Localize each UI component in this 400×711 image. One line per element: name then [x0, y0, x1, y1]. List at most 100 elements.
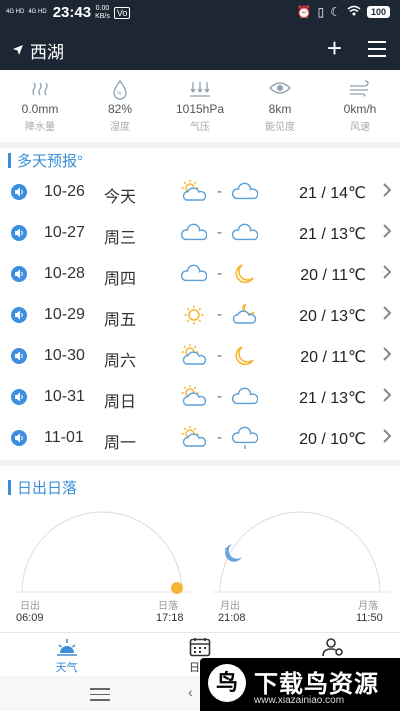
forecast-date: 10-26 [44, 183, 85, 200]
forecast-row[interactable]: 10-28 周四 - 20 / 11℃ [0, 254, 400, 295]
forecast-date: 10-29 [44, 306, 85, 323]
sunset-label: 日落 [158, 601, 178, 612]
speaker-icon[interactable] [11, 225, 27, 241]
net-speed: 0.00 KB/s [95, 5, 110, 21]
metric-value: 82% [107, 102, 133, 116]
forecast-title-text: 多天预报° [17, 153, 83, 170]
title-accent-bar [8, 480, 11, 495]
menu-button[interactable] [368, 41, 386, 62]
pressure-icon [160, 80, 240, 100]
forecast-section-title: 多天预报° [8, 150, 83, 171]
forecast-row[interactable]: 11-01 周一 - 20 / 10℃ [0, 418, 400, 459]
chevron-right-icon [382, 223, 392, 244]
metric-value: 1015hPa [175, 102, 225, 116]
watermark: 鸟 下载鸟资源 www.xiazainiao.com [200, 658, 400, 711]
sun-moon-arcs [14, 511, 390, 594]
partly-sunny-icon [181, 343, 207, 368]
eye-icon [240, 80, 320, 100]
weather-icon [0, 637, 133, 659]
location-name: 西湖 [30, 43, 64, 62]
separator-dash: - [217, 388, 222, 405]
back-button[interactable]: ‹ [188, 684, 193, 700]
metric-wind: 0km/h 风速 [320, 72, 400, 142]
forecast-date: 10-30 [44, 347, 85, 364]
cloud-drizzle-icon [231, 426, 259, 450]
sunny-icon [181, 303, 207, 327]
partly-sunny-icon [181, 179, 207, 204]
forecast-row[interactable]: 10-31 周日 - 21 / 13℃ [0, 377, 400, 418]
separator-dash: - [217, 183, 222, 200]
moon-mode-icon: ☾ [330, 5, 341, 19]
separator-dash: - [217, 429, 222, 446]
net-speed-value: 0.00 [95, 4, 110, 12]
metric-label: 气压 [190, 122, 210, 133]
metric-label: 风速 [350, 122, 370, 133]
forecast-weekday: 周五 [104, 312, 137, 329]
alarm-icon: ⏰ [296, 5, 312, 19]
humidity-drop-icon: % [80, 79, 160, 100]
chevron-right-icon [382, 305, 392, 326]
metric-value: 0km/h [343, 102, 377, 116]
location-selector[interactable]: 西湖 [12, 38, 64, 63]
moonrise-time: 21:08 [218, 612, 246, 624]
watermark-title: 下载鸟资源 [254, 671, 379, 698]
separator-dash: - [217, 224, 222, 241]
status-time: 23:43 [52, 4, 92, 21]
status-bar: 4G HD 4G HD 23:43 0.00 KB/s Vo ⏰ ▯ ☾ 100 [0, 0, 400, 26]
app-header: 西湖 + [0, 30, 400, 68]
forecast-temp: 20 / 13℃ [299, 308, 366, 325]
speaker-icon[interactable] [11, 266, 27, 282]
forecast-temp: 21 / 14℃ [299, 185, 366, 202]
moon-arc [219, 511, 381, 593]
cloudy-icon [231, 385, 259, 409]
speaker-icon[interactable] [11, 389, 27, 405]
moonset-label: 月落 [358, 601, 378, 612]
divider [0, 460, 400, 466]
top-bar: 4G HD 4G HD 23:43 0.00 KB/s Vo ⏰ ▯ ☾ 100… [0, 0, 400, 70]
cloudy-icon [231, 180, 259, 204]
forecast-date: 10-27 [44, 224, 85, 241]
forecast-row[interactable]: 10-30 周六 - 20 / 11℃ [0, 336, 400, 377]
speaker-icon[interactable] [11, 430, 27, 446]
forecast-list: 10-26 今天 - 21 / 14℃ 10-27 周三 - 21 / 13℃ … [0, 172, 400, 459]
cloudy-icon [180, 262, 208, 286]
chevron-right-icon [382, 428, 392, 449]
forecast-weekday: 周三 [104, 230, 137, 247]
separator-dash: - [217, 306, 222, 323]
moon-cloud-icon [232, 303, 258, 327]
divider [0, 142, 400, 148]
forecast-weekday: 今天 [104, 189, 137, 206]
chevron-right-icon [382, 182, 392, 203]
signal-2: 4G HD [28, 9, 47, 15]
chevron-right-icon [382, 346, 392, 367]
speaker-icon[interactable] [11, 184, 27, 200]
forecast-row[interactable]: 10-26 今天 - 21 / 14℃ [0, 172, 400, 213]
forecast-row[interactable]: 10-27 周三 - 21 / 13℃ [0, 213, 400, 254]
metric-label: 能见度 [265, 122, 295, 133]
net-speed-unit: KB/s [95, 12, 110, 20]
sun-arc [21, 511, 183, 593]
recents-button[interactable] [90, 688, 110, 705]
volte-badge: Vo [113, 6, 131, 19]
partly-sunny-icon [181, 425, 207, 450]
metric-value: 0.0mm [21, 102, 59, 116]
speaker-icon[interactable] [11, 307, 27, 323]
vibrate-icon: ▯ [317, 5, 325, 19]
forecast-temp: 20 / 10℃ [299, 431, 366, 448]
tab-weather[interactable]: 天气 [0, 633, 133, 676]
forecast-row[interactable]: 10-29 周五 - 20 / 13℃ [0, 295, 400, 336]
weather-metrics: 0.0mm 降水量 % 82% 湿度 1015hPa 气压 8km 能见度 0k… [0, 72, 400, 142]
sunset-time: 17:18 [156, 612, 184, 624]
forecast-temp: 21 / 13℃ [299, 226, 366, 243]
metric-visibility: 8km 能见度 [240, 72, 320, 142]
title-accent-bar [8, 153, 11, 168]
sunrise-label: 日出 [20, 601, 40, 612]
cloudy-icon [180, 221, 208, 245]
speaker-icon[interactable] [11, 348, 27, 364]
rain-icon [0, 80, 80, 100]
add-city-button[interactable]: + [327, 34, 342, 62]
forecast-date: 11-01 [44, 429, 84, 446]
forecast-temp: 20 / 11℃ [300, 349, 366, 366]
metric-value: 8km [268, 102, 292, 116]
wind-icon [320, 80, 400, 100]
